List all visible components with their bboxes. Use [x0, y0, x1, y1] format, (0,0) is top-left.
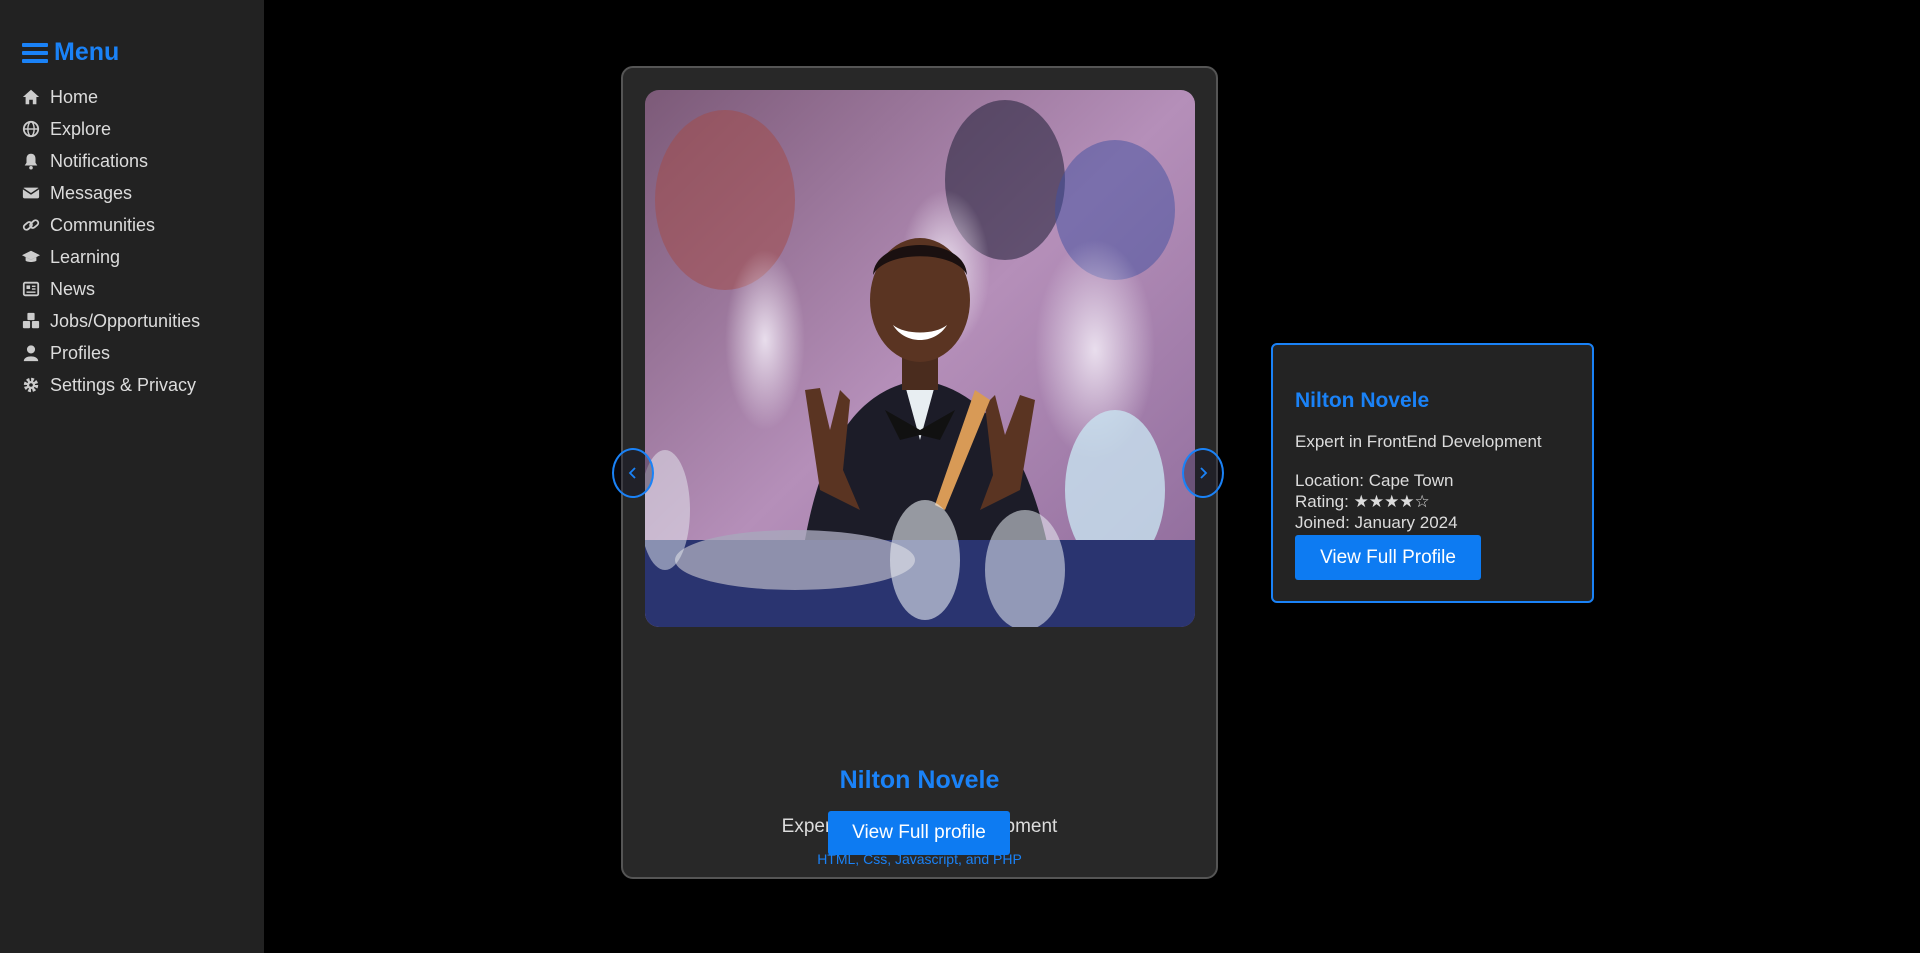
chevron-right-icon — [1200, 467, 1208, 479]
info-title: Expert in FrontEnd Development — [1295, 432, 1542, 451]
info-location: Location: Cape Town — [1295, 471, 1454, 490]
sidebar-item-learning[interactable]: Learning — [0, 241, 264, 273]
carousel-prev-button[interactable] — [612, 448, 654, 498]
gear-icon — [23, 377, 39, 393]
profile-card: Nilton Novele Expert in FrontEnd Develop… — [621, 66, 1218, 879]
card-name: Nilton Novele — [839, 766, 1000, 794]
sidebar-item-label: News — [50, 278, 96, 299]
sidebar-item-label: Messages — [50, 182, 133, 203]
sidebar-item-news[interactable]: News — [0, 273, 264, 305]
sidebar-item-messages[interactable]: Messages — [0, 177, 264, 209]
envelope-icon — [22, 187, 40, 199]
sidebar-item-explore[interactable]: Explore — [0, 113, 264, 145]
info-joined: Joined: January 2024 — [1295, 513, 1458, 532]
bell-icon — [24, 153, 38, 170]
user-icon — [23, 345, 39, 362]
sidebar-item-profiles[interactable]: Profiles — [0, 337, 264, 369]
globe-icon — [22, 120, 40, 138]
carousel-next-button[interactable] — [1182, 448, 1224, 498]
view-full-profile-button[interactable]: View Full profile — [828, 811, 1010, 855]
info-view-full-profile-button[interactable]: View Full Profile — [1295, 535, 1481, 580]
menu-header[interactable]: Menu — [22, 38, 264, 67]
sidebar-item-communities[interactable]: Communities — [0, 209, 264, 241]
cubes-icon — [22, 312, 40, 329]
sidebar-item-label: Settings & Privacy — [50, 374, 197, 395]
sidebar-item-label: Learning — [50, 246, 121, 267]
sidebar-item-label: Profiles — [50, 342, 111, 363]
sidebar-nav: Home Explore Notifications Messages Comm… — [0, 81, 264, 401]
sidebar-item-settings[interactable]: Settings & Privacy — [0, 369, 264, 401]
profile-photo-image — [645, 90, 1195, 627]
sidebar-item-label: Explore — [50, 118, 112, 139]
sidebar-item-jobs[interactable]: Jobs/Opportunities — [0, 305, 264, 337]
home-icon — [22, 89, 40, 105]
hamburger-icon — [22, 42, 48, 63]
newspaper-icon — [22, 281, 40, 297]
profile-photo — [645, 90, 1195, 627]
graduation-cap-icon — [22, 250, 40, 262]
sidebar-item-label: Jobs/Opportunities — [50, 310, 201, 331]
link-icon — [22, 219, 40, 231]
chevron-left-icon — [628, 467, 636, 479]
info-name: Nilton Novele — [1295, 389, 1430, 412]
sidebar-item-label: Notifications — [50, 150, 149, 171]
sidebar: Menu Home Explore Notifications Messages… — [0, 0, 264, 953]
sidebar-item-home[interactable]: Home — [0, 81, 264, 113]
sidebar-item-label: Home — [50, 86, 99, 107]
info-rating: Rating: ★★★★☆ — [1295, 492, 1430, 511]
sidebar-item-label: Communities — [50, 214, 156, 235]
menu-title: Menu — [54, 38, 120, 66]
sidebar-item-notifications[interactable]: Notifications — [0, 145, 264, 177]
